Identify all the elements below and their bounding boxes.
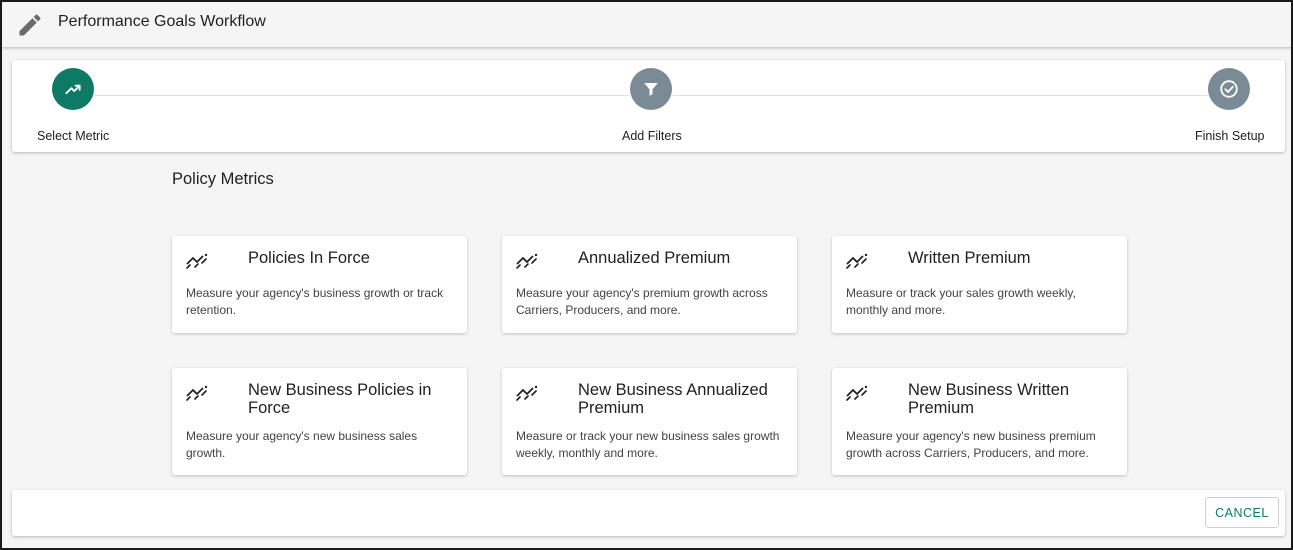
card-title: New Business Written Premium bbox=[908, 381, 1070, 417]
section-title: Policy Metrics bbox=[172, 170, 274, 188]
card-description: Measure your agency's premium growth acr… bbox=[516, 286, 768, 317]
page-title: Performance Goals Workflow bbox=[58, 13, 266, 30]
sparkline-icon bbox=[186, 253, 208, 269]
card-title: New Business Annualized Premium bbox=[578, 381, 768, 417]
metric-card-new-business-policies-in-force[interactable]: New Business Policies in Force Measure y… bbox=[172, 368, 467, 475]
card-description: Measure or track your sales growth weekl… bbox=[846, 286, 1076, 317]
stepper-connector bbox=[94, 95, 630, 96]
card-title: Policies In Force bbox=[248, 249, 370, 267]
card-description: Measure your agency's business growth or… bbox=[186, 286, 444, 317]
sparkline-icon bbox=[186, 385, 208, 401]
step-add-filters[interactable] bbox=[630, 68, 672, 110]
card-description: Measure your agency's new business premi… bbox=[846, 429, 1096, 460]
step-select-metric[interactable] bbox=[52, 68, 94, 110]
trending-up-icon bbox=[65, 84, 81, 95]
sparkline-icon bbox=[846, 385, 868, 401]
metric-card-new-business-annualized-premium[interactable]: New Business Annualized Premium Measure … bbox=[502, 368, 797, 475]
sparkline-icon bbox=[516, 253, 538, 269]
card-description: Measure or track your new business sales… bbox=[516, 429, 780, 460]
pencil-icon bbox=[19, 14, 41, 36]
filter-icon bbox=[644, 83, 658, 96]
check-circle-icon bbox=[1220, 80, 1238, 98]
footer-bar: CANCEL bbox=[12, 490, 1285, 536]
cancel-button[interactable]: CANCEL bbox=[1205, 497, 1279, 528]
metric-card-new-business-written-premium[interactable]: New Business Written Premium Measure you… bbox=[832, 368, 1127, 475]
step-finish-setup[interactable] bbox=[1208, 68, 1250, 110]
card-title: New Business Policies in Force bbox=[248, 381, 432, 417]
sparkline-icon bbox=[516, 385, 538, 401]
card-title: Annualized Premium bbox=[578, 249, 731, 267]
step-label-add-filters: Add Filters bbox=[622, 129, 682, 143]
header-bar: Performance Goals Workflow bbox=[2, 2, 1291, 48]
metric-card-written-premium[interactable]: Written Premium Measure or track your sa… bbox=[832, 236, 1127, 333]
stepper-connector bbox=[673, 95, 1208, 96]
card-description: Measure your agency's new business sales… bbox=[186, 429, 418, 460]
workflow-stepper: Select Metric Add Filters Finish Setup bbox=[12, 60, 1285, 152]
metric-card-annualized-premium[interactable]: Annualized Premium Measure your agency's… bbox=[502, 236, 797, 333]
step-label-finish-setup: Finish Setup bbox=[1195, 129, 1265, 143]
sparkline-icon bbox=[846, 253, 868, 269]
metric-card-policies-in-force[interactable]: Policies In Force Measure your agency's … bbox=[172, 236, 467, 333]
card-title: Written Premium bbox=[908, 249, 1031, 267]
step-label-select-metric: Select Metric bbox=[37, 129, 110, 143]
app-window: Performance Goals Workflow Select Metric… bbox=[0, 0, 1293, 550]
